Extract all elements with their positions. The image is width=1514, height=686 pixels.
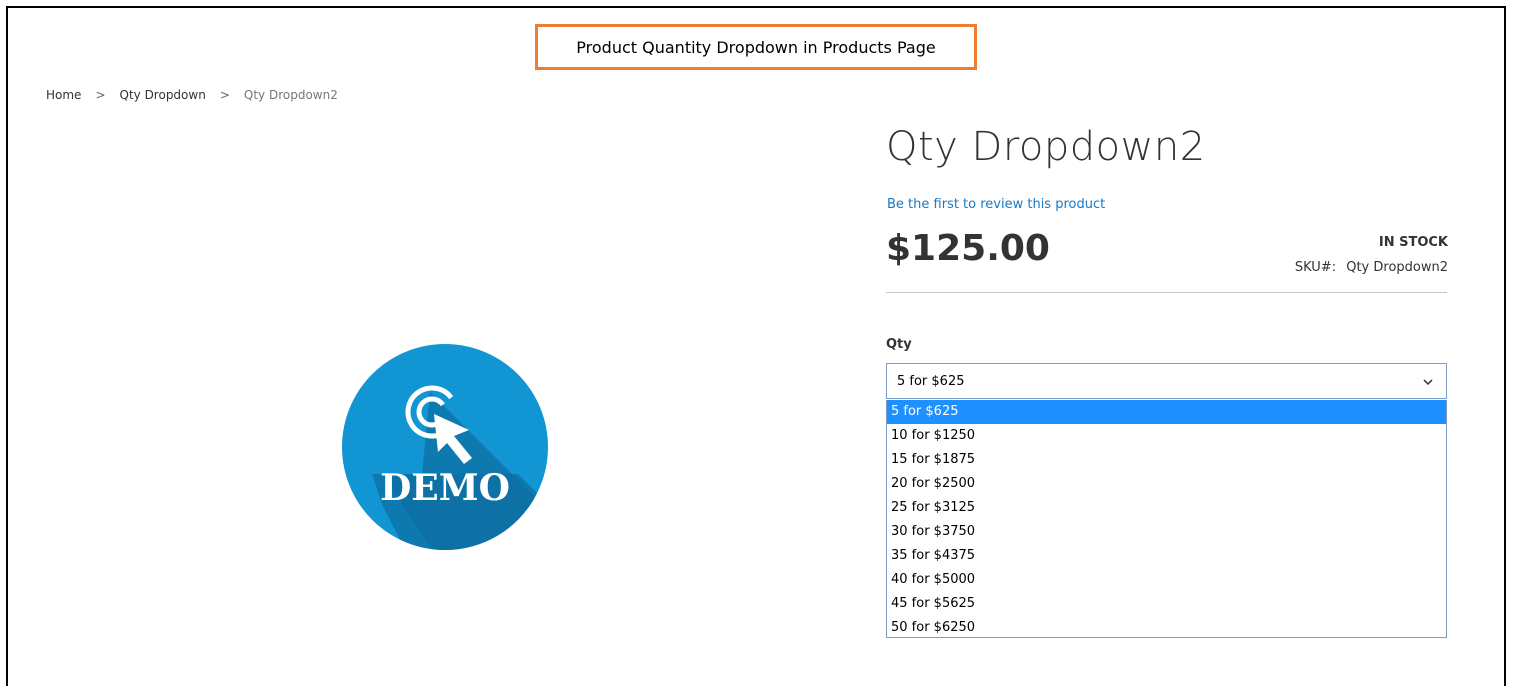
breadcrumb-separator: > [95, 88, 106, 102]
qty-option[interactable]: 10 for $1250 [887, 424, 1446, 448]
sku-info: SKU#: Qty Dropdown2 [1295, 260, 1448, 275]
breadcrumb-home[interactable]: Home [46, 88, 81, 102]
breadcrumb-current: Qty Dropdown2 [243, 88, 338, 102]
qty-option[interactable]: 30 for $3750 [887, 520, 1446, 544]
breadcrumb: Home > Qty Dropdown > Qty Dropdown2 [46, 88, 338, 102]
qty-option[interactable]: 35 for $4375 [887, 544, 1446, 568]
qty-options-list: 5 for $625 10 for $1250 15 for $1875 20 … [886, 400, 1447, 638]
product-image[interactable]: DEMO [342, 344, 548, 550]
qty-label: Qty [886, 337, 912, 352]
qty-dropdown[interactable]: 5 for $625 [886, 363, 1447, 399]
qty-option[interactable]: 25 for $3125 [887, 496, 1446, 520]
review-link[interactable]: Be the first to review this product [887, 197, 1105, 212]
annotation-text: Product Quantity Dropdown in Products Pa… [576, 37, 936, 57]
divider [886, 292, 1447, 293]
qty-option[interactable]: 45 for $5625 [887, 592, 1446, 616]
qty-selected-value: 5 for $625 [897, 373, 965, 389]
breadcrumb-separator: > [219, 88, 230, 102]
qty-option[interactable]: 5 for $625 [887, 400, 1446, 424]
product-price: $125.00 [886, 228, 1050, 269]
qty-option[interactable]: 40 for $5000 [887, 568, 1446, 592]
demo-label: DEMO [380, 467, 510, 509]
qty-option[interactable]: 15 for $1875 [887, 448, 1446, 472]
product-title: Qty Dropdown2 [886, 124, 1206, 170]
qty-option[interactable]: 20 for $2500 [887, 472, 1446, 496]
breadcrumb-qty-dropdown[interactable]: Qty Dropdown [120, 88, 206, 102]
stock-status: IN STOCK [1378, 235, 1448, 250]
sku-value: Qty Dropdown2 [1346, 260, 1448, 275]
annotation-callout: Product Quantity Dropdown in Products Pa… [535, 24, 977, 70]
chevron-down-icon [1423, 379, 1433, 386]
qty-option[interactable]: 50 for $6250 [887, 616, 1446, 640]
sku-label: SKU#: [1294, 260, 1337, 275]
